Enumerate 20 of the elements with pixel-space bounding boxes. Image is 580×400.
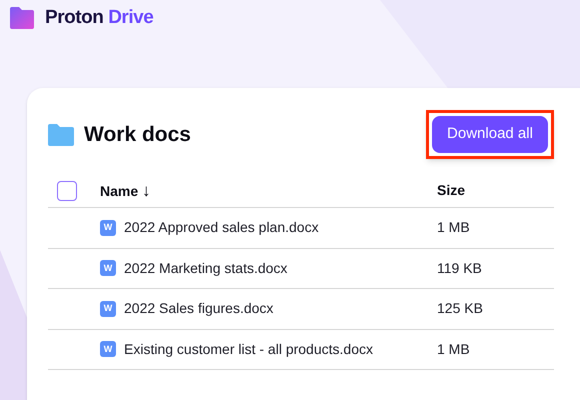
word-document-icon: W — [100, 220, 116, 236]
file-size: 1 MB — [437, 340, 470, 359]
word-document-icon: W — [100, 300, 116, 317]
file-name[interactable]: Existing customer list - all products.docx — [124, 338, 437, 360]
app-name: Proton Drive — [45, 6, 154, 30]
file-size: 1 MB — [437, 218, 470, 238]
folder-logo-icon — [8, 6, 36, 30]
column-header[interactable]: Size — [437, 180, 466, 201]
word-document-icon: W — [100, 260, 116, 276]
select-all-checkbox[interactable] — [57, 180, 77, 200]
download-all-button[interactable]: Download all — [432, 116, 548, 153]
word-document-icon: W — [100, 341, 116, 358]
file-size: 125 KB — [437, 299, 483, 318]
file-size: 119 KB — [437, 258, 482, 278]
folder-icon — [48, 124, 74, 146]
folder-title: Work docs — [84, 122, 191, 148]
file-name[interactable]: 2022 Marketing stats.docx — [124, 258, 437, 279]
file-name[interactable]: 2022 Sales figures.docx — [124, 298, 437, 320]
file-name[interactable]: 2022 Approved sales plan.docx — [124, 217, 437, 238]
column-header[interactable]: Name ↓ — [100, 178, 437, 204]
